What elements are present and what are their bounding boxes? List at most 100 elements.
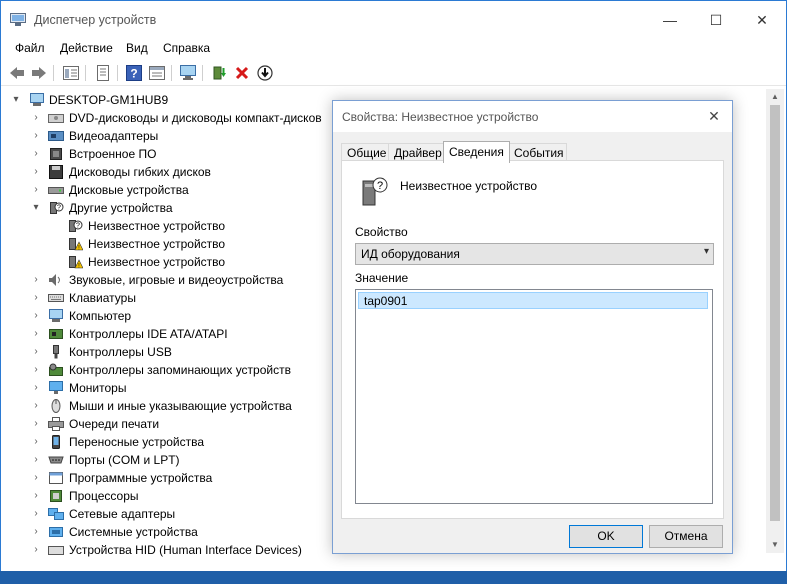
menu-action[interactable]: Действие xyxy=(60,41,113,55)
unknown-device-icon: ? xyxy=(362,177,388,206)
chevron-right-icon[interactable]: › xyxy=(31,145,41,163)
desktop-background-strip xyxy=(0,571,787,584)
usb-icon xyxy=(53,345,59,359)
monitor-icon xyxy=(49,381,63,394)
tree-category-label: Устройства HID (Human Interface Devices) xyxy=(69,543,302,557)
tree-category-label: Другие устройства xyxy=(69,201,173,215)
scroll-down-icon[interactable]: ▼ xyxy=(766,537,784,553)
chevron-right-icon[interactable]: › xyxy=(31,127,41,145)
update-driver-icon[interactable] xyxy=(209,63,229,83)
device-name: Неизвестное устройство xyxy=(400,179,538,193)
chevron-right-icon[interactable]: › xyxy=(31,361,41,379)
chevron-right-icon[interactable]: › xyxy=(31,397,41,415)
chevron-right-icon[interactable]: › xyxy=(31,181,41,199)
chevron-down-icon[interactable]: ▾ xyxy=(31,199,41,217)
other-devices-icon: ? xyxy=(50,202,64,214)
chevron-down-icon: ▾ xyxy=(703,246,709,257)
svg-text:?: ? xyxy=(76,223,80,230)
value-list[interactable]: tap0901 xyxy=(355,289,713,504)
scroll-thumb[interactable] xyxy=(770,105,780,521)
toolbar: ? xyxy=(1,61,786,86)
console-tree-icon[interactable] xyxy=(61,63,81,83)
chevron-down-icon[interactable]: ▾ xyxy=(11,91,21,109)
vertical-scrollbar[interactable]: ▲ ▼ xyxy=(766,89,784,553)
floppy-icon xyxy=(49,165,63,179)
svg-text:?: ? xyxy=(377,180,383,192)
sound-icon xyxy=(49,274,60,286)
ok-button[interactable]: OK xyxy=(569,525,643,548)
dvd-icon xyxy=(48,114,64,123)
scan-hardware-icon[interactable] xyxy=(255,63,275,83)
minimize-button[interactable]: — xyxy=(647,1,693,39)
chevron-right-icon[interactable]: › xyxy=(31,325,41,343)
property-select[interactable]: ИД оборудования ▾ xyxy=(355,243,714,265)
tree-category-label: Дисководы гибких дисков xyxy=(69,165,211,179)
close-button[interactable]: ✕ xyxy=(739,1,785,39)
properties-icon[interactable] xyxy=(93,63,113,83)
tree-category-label: Контроллеры IDE ATA/ATAPI xyxy=(69,327,228,341)
monitor-icon[interactable] xyxy=(178,63,198,83)
dialog-title: Свойства: Неизвестное устройство xyxy=(342,110,539,124)
port-icon xyxy=(48,456,64,464)
dialog-title-bar: Свойства: Неизвестное устройство ✕ xyxy=(333,101,732,132)
chevron-right-icon[interactable]: › xyxy=(31,109,41,127)
list-item[interactable]: tap0901 xyxy=(358,292,708,309)
tree-category-label: Мониторы xyxy=(69,381,127,395)
chevron-right-icon[interactable]: › xyxy=(31,163,41,181)
menu-view[interactable]: Вид xyxy=(126,41,148,55)
display-adapter-icon xyxy=(48,131,64,141)
property-label: Свойство xyxy=(355,225,408,239)
tree-category-label: Очереди печати xyxy=(69,417,160,431)
tree-category-label: Переносные устройства xyxy=(69,435,205,449)
chevron-right-icon[interactable]: › xyxy=(31,289,41,307)
chevron-right-icon[interactable]: › xyxy=(31,415,41,433)
tab-details[interactable]: Сведения xyxy=(443,141,510,163)
tree-category-label: Контроллеры USB xyxy=(69,345,172,359)
tree-category-label: Видеоадаптеры xyxy=(69,129,159,143)
menu-file[interactable]: Файл xyxy=(15,41,45,55)
toolbar-separator xyxy=(53,65,54,81)
svg-text:?: ? xyxy=(130,67,137,81)
tree-category-label: Звуковые, игровые и видеоустройства xyxy=(69,273,284,287)
chevron-right-icon[interactable]: › xyxy=(31,343,41,361)
tree-category-label: Мыши и иные указывающие устройства xyxy=(69,399,292,413)
chevron-right-icon[interactable]: › xyxy=(31,451,41,469)
chevron-right-icon[interactable]: › xyxy=(31,505,41,523)
chevron-right-icon[interactable]: › xyxy=(31,523,41,541)
network-adapter-icon xyxy=(48,508,64,520)
menu-bar: Файл Действие Вид Справка xyxy=(1,39,786,59)
storage-controller-icon xyxy=(49,363,63,376)
tree-category-label: Программные устройства xyxy=(69,471,213,485)
dialog-close-button[interactable]: ✕ xyxy=(702,105,726,127)
help-icon[interactable]: ? xyxy=(124,63,144,83)
tree-root-label: DESKTOP-GM1HUB9 xyxy=(49,93,169,107)
chevron-right-icon[interactable]: › xyxy=(31,541,41,559)
chevron-right-icon[interactable]: › xyxy=(31,379,41,397)
chevron-right-icon[interactable]: › xyxy=(31,307,41,325)
chevron-right-icon[interactable]: › xyxy=(31,433,41,451)
svg-text:?: ? xyxy=(57,205,61,212)
properties-dialog: Свойства: Неизвестное устройство ✕ Общие… xyxy=(332,100,733,554)
back-icon[interactable] xyxy=(7,63,27,83)
system-device-icon xyxy=(49,527,63,537)
tree-category-label: Клавиатуры xyxy=(69,291,136,305)
chevron-right-icon[interactable]: › xyxy=(31,271,41,289)
value-label: Значение xyxy=(355,271,409,285)
software-device-icon xyxy=(49,472,63,484)
menu-help[interactable]: Справка xyxy=(163,41,210,55)
title-bar: Диспетчер устройств — ☐ ✕ xyxy=(1,1,786,39)
tree-category-label: Порты (COM и LPT) xyxy=(69,453,180,467)
chevron-right-icon[interactable]: › xyxy=(31,487,41,505)
keyboard-icon xyxy=(48,294,64,302)
uninstall-icon[interactable] xyxy=(232,63,252,83)
toolbar-separator xyxy=(117,65,118,81)
cancel-button[interactable]: Отмена xyxy=(649,525,723,548)
ide-controller-icon xyxy=(49,329,63,339)
scroll-up-icon[interactable]: ▲ xyxy=(766,89,784,105)
forward-icon[interactable] xyxy=(29,63,49,83)
details-panel: ? Неизвестное устройство Свойство ИД обо… xyxy=(341,160,724,519)
mouse-icon xyxy=(51,399,61,413)
action-pane-icon[interactable] xyxy=(147,63,167,83)
chevron-right-icon[interactable]: › xyxy=(31,469,41,487)
maximize-button[interactable]: ☐ xyxy=(693,1,739,39)
